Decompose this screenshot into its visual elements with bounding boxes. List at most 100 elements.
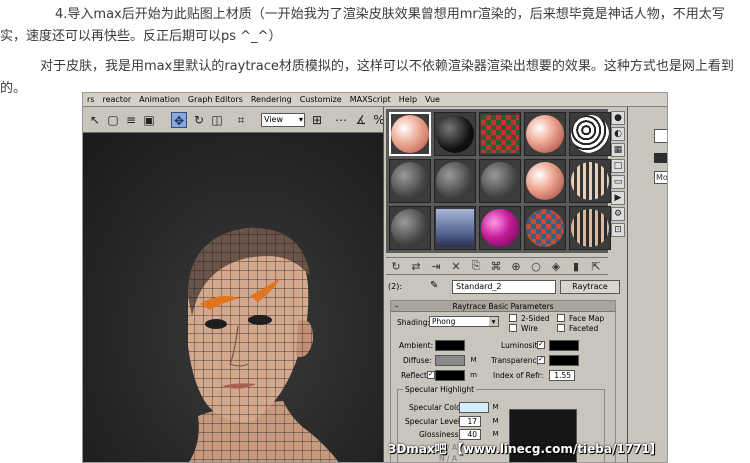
reflect-map-button[interactable]: m <box>469 370 478 381</box>
material-slot[interactable] <box>479 206 521 250</box>
material-slot[interactable] <box>569 159 611 203</box>
menu-item[interactable]: reactor <box>102 95 131 104</box>
sample-type-icon[interactable]: ● <box>611 111 625 125</box>
luminosity-swatch[interactable] <box>549 340 579 351</box>
select-icon[interactable]: ↖ <box>87 112 103 128</box>
material-slots <box>386 109 611 253</box>
reflect-swatch[interactable] <box>435 370 465 381</box>
ior-spinner[interactable]: 1.55 <box>549 370 575 381</box>
transparency-label: Transparency: <box>491 356 544 365</box>
specular-map-button[interactable]: M <box>491 402 500 413</box>
reference-coordinate-select[interactable]: View <box>261 113 305 127</box>
specular-color-label: Specular Color: <box>409 403 467 412</box>
material-slot[interactable] <box>524 112 566 156</box>
material-sphere <box>526 209 564 247</box>
transparency-checkbox[interactable] <box>537 355 545 364</box>
shading-select[interactable]: Phong <box>429 316 499 327</box>
reference-icon[interactable]: ⌗ <box>233 112 249 128</box>
perspective-viewport[interactable] <box>83 134 383 462</box>
make-unique-icon[interactable]: ⌘ <box>486 260 506 273</box>
transparency-swatch[interactable] <box>549 355 579 366</box>
material-slot[interactable] <box>479 159 521 203</box>
reflect-checkbox[interactable] <box>427 370 435 379</box>
command-panel: Mo <box>627 107 667 462</box>
material-slot[interactable] <box>389 112 431 156</box>
max-screenshot: rs reactor Animation Graph Editors Rende… <box>82 92 668 463</box>
show-end-result-icon[interactable]: ▮ <box>566 260 586 273</box>
luminosity-checkbox[interactable] <box>537 340 545 349</box>
two-sided-checkbox[interactable] <box>509 314 517 322</box>
material-checker <box>481 115 519 153</box>
material-slot[interactable] <box>389 159 431 203</box>
menu-item[interactable]: Help <box>399 95 417 104</box>
material-sphere <box>481 162 519 200</box>
material-name-field[interactable]: Standard_2 <box>452 280 556 294</box>
assign-material-icon[interactable]: ⇥ <box>426 260 446 273</box>
specular-level-map-button[interactable]: M <box>491 416 500 427</box>
material-slot[interactable] <box>569 206 611 250</box>
material-slot[interactable] <box>479 112 521 156</box>
diffuse-map-button[interactable]: M <box>469 355 478 366</box>
material-slot[interactable] <box>434 112 476 156</box>
material-type-button[interactable]: Raytrace <box>560 280 620 294</box>
make-copy-icon[interactable]: ⎘ <box>466 259 486 273</box>
wire-label: Wire <box>521 324 538 333</box>
select-by-name-icon[interactable]: ≡ <box>123 112 139 128</box>
wire-checkbox[interactable] <box>509 324 517 332</box>
material-slot[interactable] <box>569 112 611 156</box>
glossiness-map-button[interactable]: M <box>491 429 500 440</box>
pick-material-icon[interactable]: ✎ <box>430 280 438 291</box>
move-icon[interactable]: ✥ <box>171 112 187 128</box>
put-to-scene-icon[interactable]: ⇄ <box>406 260 426 273</box>
select-region-icon[interactable]: ▢ <box>105 112 121 128</box>
background-icon[interactable]: ▦ <box>611 143 625 157</box>
reset-map-icon[interactable]: ✕ <box>446 260 466 273</box>
rotate-icon[interactable]: ↻ <box>191 112 207 128</box>
menu-item[interactable]: Customize <box>300 95 342 104</box>
get-material-icon[interactable]: ↻ <box>386 260 406 273</box>
material-sphere <box>391 115 429 153</box>
video-check-icon[interactable]: ▭ <box>611 175 625 189</box>
material-slot[interactable] <box>524 159 566 203</box>
put-to-library-icon[interactable]: ⊕ <box>506 260 526 273</box>
show-map-icon[interactable]: ◈ <box>546 260 566 273</box>
menu-item[interactable]: Vue <box>425 95 440 104</box>
rollout-title[interactable]: Raytrace Basic Parameters <box>391 301 615 312</box>
specular-level-label: Specular Level: <box>405 417 463 426</box>
menu-item[interactable]: Graph Editors <box>188 95 243 104</box>
specular-color-swatch[interactable] <box>459 402 489 413</box>
scale-icon[interactable]: ◫ <box>209 112 225 128</box>
window-crossing-icon[interactable]: ▣ <box>141 112 157 128</box>
menu-item[interactable]: MAXScript <box>350 95 391 104</box>
angle-snap-icon[interactable]: ∡ <box>353 112 369 128</box>
face-map-checkbox[interactable] <box>557 314 565 322</box>
options-icon[interactable]: ⚙ <box>611 207 625 221</box>
material-slot[interactable] <box>524 206 566 250</box>
material-slot[interactable] <box>389 206 431 250</box>
select-by-material-icon[interactable]: ⊡ <box>611 223 625 237</box>
face-map-label: Face Map <box>569 314 605 323</box>
faceted-checkbox[interactable] <box>557 324 565 332</box>
modifier-list-field[interactable]: Mo <box>654 171 667 184</box>
menu-item[interactable]: Animation <box>139 95 180 104</box>
diffuse-swatch[interactable] <box>435 355 465 366</box>
ambient-label: Ambient: <box>399 341 434 350</box>
material-id-icon[interactable]: ○ <box>526 260 546 273</box>
go-to-parent-icon[interactable]: ⇱ <box>586 260 606 273</box>
glossiness-label: Glossiness: <box>419 430 462 439</box>
pivot-icon[interactable]: ⊞ <box>309 112 325 128</box>
material-slot[interactable] <box>434 206 476 250</box>
material-type-row: (2): ✎ Standard_2 Raytrace <box>386 279 626 295</box>
glossiness-spinner[interactable]: 40 <box>459 429 481 440</box>
ambient-swatch[interactable] <box>435 340 465 351</box>
uv-tiling-icon[interactable]: □ <box>611 159 625 173</box>
backlight-icon[interactable]: ◐ <box>611 127 625 141</box>
snap-icon[interactable]: ⋯ <box>333 112 349 128</box>
menu-item[interactable]: Rendering <box>251 95 292 104</box>
preview-icon[interactable]: ▶ <box>611 191 625 205</box>
material-slot[interactable] <box>434 159 476 203</box>
specular-level-spinner[interactable]: 17 <box>459 416 481 427</box>
shading-label: Shading: <box>397 318 430 327</box>
menu-item[interactable]: rs <box>87 95 94 104</box>
command-panel-tab[interactable] <box>654 129 667 143</box>
